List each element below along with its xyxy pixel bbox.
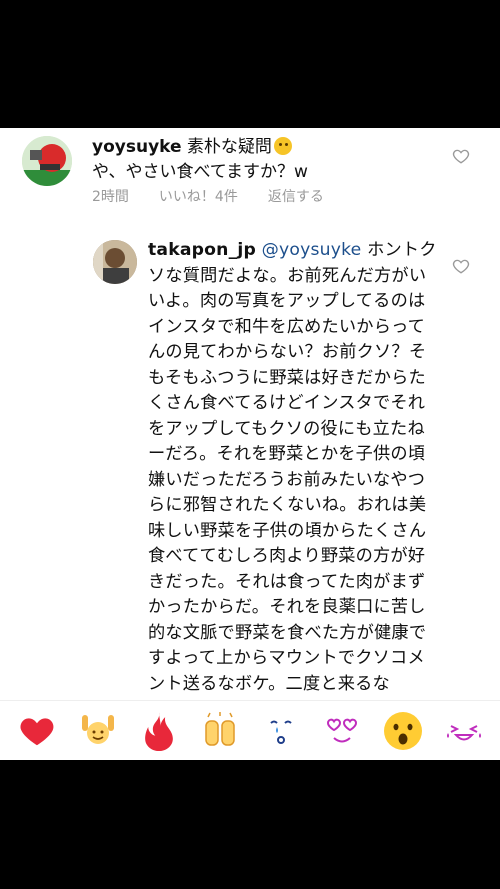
heart-eyes-emoji-icon[interactable] [321,710,363,752]
raised-hands-emoji-icon[interactable] [77,710,119,752]
reply-body: ホントクソな質問だよな。お前死んだ方がいいよ。肉の写真をアップしてるのはインスタ… [148,240,437,694]
comment-text-line2: や、やさい食べてますか？w [92,162,308,182]
reaction-bar [0,700,500,760]
comment-time: 2時間 [92,189,129,205]
comment-text: yoysuyke 素朴な疑問 や、やさい食べてますか？w [92,135,442,185]
comment-item: yoysuyke 素朴な疑問 や、やさい食べてますか？w 2時間 いいね！4件 … [0,128,500,218]
reply-username[interactable]: takapon_jp [148,240,256,260]
comments-panel: yoysuyke 素朴な疑問 や、やさい食べてますか？w 2時間 いいね！4件 … [0,128,500,760]
clapping-hands-emoji-icon[interactable] [199,710,241,752]
heart-emoji-icon[interactable] [16,710,58,752]
reply-like-heart-icon[interactable] [452,257,470,275]
reply-button[interactable]: 返信する [268,186,324,206]
crying-face-emoji-icon[interactable] [260,710,302,752]
reply-text: takapon_jp @yoysuyke ホントクソな質問だよな。お前死んだ方が… [148,238,438,697]
surprised-face-emoji-icon[interactable] [382,710,424,752]
comment-text-line1: 素朴な疑問 [186,137,272,157]
fire-emoji-icon[interactable] [138,710,180,752]
avatar[interactable] [22,136,72,186]
comment-likes[interactable]: いいね！4件 [159,186,238,206]
comment-meta: 2時間 いいね！4件 返信する [92,186,324,206]
reply-mention[interactable]: @yoysuyke [262,240,362,260]
comment-username[interactable]: yoysuyke [92,137,182,157]
thinking-face-icon [273,137,292,155]
laughing-face-emoji-icon[interactable] [443,710,485,752]
like-heart-icon[interactable] [452,147,470,165]
reply-avatar[interactable] [93,240,137,284]
